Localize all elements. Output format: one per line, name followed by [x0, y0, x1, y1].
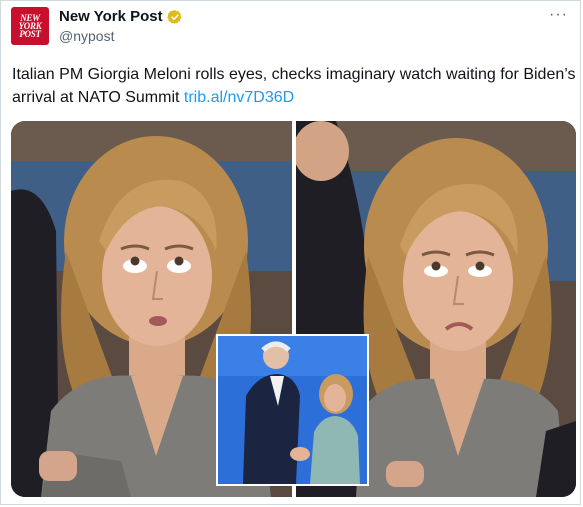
author-name[interactable]: New York Post: [59, 8, 163, 25]
tweet-media[interactable]: [11, 121, 576, 497]
inset-photo: [216, 334, 369, 486]
verified-badge-icon: [167, 10, 182, 24]
avatar-text-line-3: POST: [19, 29, 41, 39]
more-options-icon[interactable]: ···: [549, 6, 568, 24]
author-handle[interactable]: @nypost: [59, 28, 114, 44]
tweet-text: Italian PM Giorgia Meloni rolls eyes, ch…: [12, 63, 577, 109]
tweet-card[interactable]: NEW YORK POST New York Post @nypost ··· …: [0, 0, 581, 505]
avatar[interactable]: NEW YORK POST: [11, 7, 49, 45]
tweet-link[interactable]: trib.al/nv7D36D: [184, 89, 294, 106]
